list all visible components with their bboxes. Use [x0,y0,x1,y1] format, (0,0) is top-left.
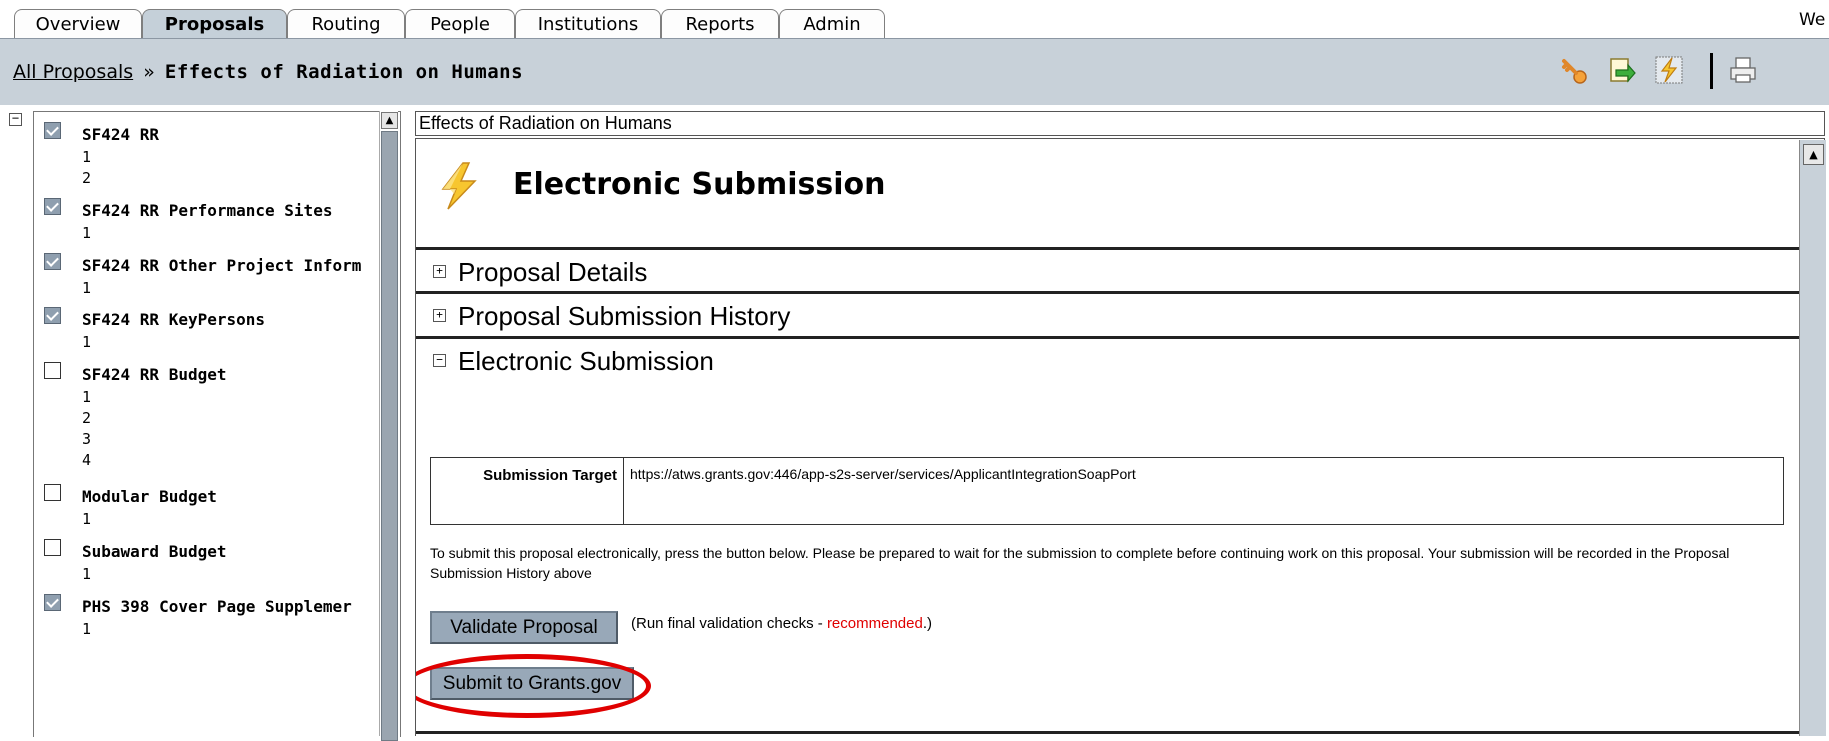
nav-page-link[interactable]: 3 [82,430,91,448]
validate-note-suffix: .) [922,615,932,632]
form-include-checkbox[interactable] [44,307,61,324]
panel-title: Electronic Submission [458,346,714,376]
nav-page-link[interactable]: 1 [82,388,91,406]
breadcrumb-separator: » [143,61,155,83]
form-include-checkbox[interactable] [44,122,61,139]
nav-form-title[interactable]: Modular Budget [82,487,217,506]
nav-page-link[interactable]: 1 [82,279,91,297]
panel-divider [416,247,1801,250]
tab-reports[interactable]: Reports [661,9,779,38]
breadcrumb-current: Effects of Radiation on Humans [164,61,524,83]
expand-icon[interactable]: + [433,308,446,322]
lightning-icon[interactable] [1654,55,1684,85]
nav-page-link[interactable]: 1 [82,565,91,583]
panel-title: Proposal Submission History [458,301,791,331]
collapse-icon[interactable]: − [433,353,446,367]
breadcrumb: All Proposals » Effects of Radiation on … [13,61,523,83]
submit-to-grants-gov-button[interactable]: Submit to Grants.gov [430,667,634,700]
nav-form-title[interactable]: Subaward Budget [82,542,227,561]
form-navigation: SF424 RR 1 2 SF424 RR Performance Sites … [33,111,401,737]
tab-bar: Overview Proposals Routing People Instit… [0,0,1829,39]
main-content: Electronic Submission + Proposal Details … [415,138,1825,736]
nav-form-title[interactable]: PHS 398 Cover Page Supplemer [82,597,352,616]
export-icon[interactable] [1606,55,1636,85]
tab-routing[interactable]: Routing [287,9,405,38]
nav-page-link[interactable]: 1 [82,224,91,242]
nav-form-title[interactable]: SF424 RR Other Project Inform [82,256,361,275]
form-include-checkbox[interactable] [44,362,61,379]
validate-note: (Run final validation checks - recommend… [631,615,932,632]
panel-title: Proposal Details [458,257,648,287]
content-scrollbar[interactable]: ▲ [1799,140,1826,736]
nav-page-link[interactable]: 2 [82,169,91,187]
scroll-up-arrow-icon[interactable]: ▲ [1803,144,1824,165]
panel-divider [416,731,1801,734]
nav-page-link[interactable]: 1 [82,510,91,528]
tab-proposals[interactable]: Proposals [142,9,287,39]
nav-page-link[interactable]: 4 [82,451,91,469]
expand-icon[interactable]: + [433,264,446,278]
nav-page-link[interactable]: 1 [82,333,91,351]
nav-form-title[interactable]: SF424 RR Budget [82,365,227,384]
collapse-nav-icon[interactable]: − [9,112,22,126]
panel-header-submission-history[interactable]: + Proposal Submission History [433,301,790,332]
tab-institutions[interactable]: Institutions [515,9,661,38]
nav-form-title[interactable]: SF424 RR Performance Sites [82,201,332,220]
panel-divider [416,336,1801,339]
form-include-checkbox[interactable] [44,198,61,215]
toolbar-divider [1710,53,1713,89]
tab-people[interactable]: People [405,9,515,38]
submission-target-table: Submission Target https://atws.grants.go… [430,457,1784,525]
validate-note-prefix: (Run final validation checks - [631,615,827,632]
welcome-text: We [1799,10,1826,30]
scroll-thumb[interactable] [381,131,398,741]
nav-page-link[interactable]: 1 [82,148,91,166]
form-include-checkbox[interactable] [44,594,61,611]
key-icon[interactable] [1558,55,1588,85]
nav-page-link[interactable]: 1 [82,620,91,638]
print-icon[interactable] [1728,55,1758,85]
lightning-icon [441,162,477,210]
tab-overview[interactable]: Overview [14,9,142,38]
submission-instructions: To submit this proposal electronically, … [430,545,1730,581]
scroll-up-arrow-icon[interactable]: ▲ [381,112,398,129]
breadcrumb-all-proposals-link[interactable]: All Proposals [13,61,133,83]
nav-scrollbar[interactable]: ▲ [379,111,398,741]
proposal-title-field: Effects of Radiation on Humans [415,111,1825,136]
submission-target-value: https://atws.grants.gov:446/app-s2s-serv… [623,457,1784,525]
panel-header-proposal-details[interactable]: + Proposal Details [433,257,647,288]
nav-page-link[interactable]: 2 [82,409,91,427]
header-bar: All Proposals » Effects of Radiation on … [0,38,1829,105]
nav-form-title[interactable]: SF424 RR KeyPersons [82,310,265,329]
nav-form-title[interactable]: SF424 RR [82,125,159,144]
page-title: Electronic Submission [513,167,886,202]
submission-target-label: Submission Target [430,457,624,525]
validate-proposal-button[interactable]: Validate Proposal [430,611,618,644]
form-include-checkbox[interactable] [44,253,61,270]
recommended-text: recommended [826,615,923,632]
panel-divider [416,291,1801,294]
form-include-checkbox[interactable] [44,484,61,501]
panel-header-electronic-submission[interactable]: − Electronic Submission [433,346,714,377]
form-include-checkbox[interactable] [44,539,61,556]
tab-admin[interactable]: Admin [779,9,885,38]
